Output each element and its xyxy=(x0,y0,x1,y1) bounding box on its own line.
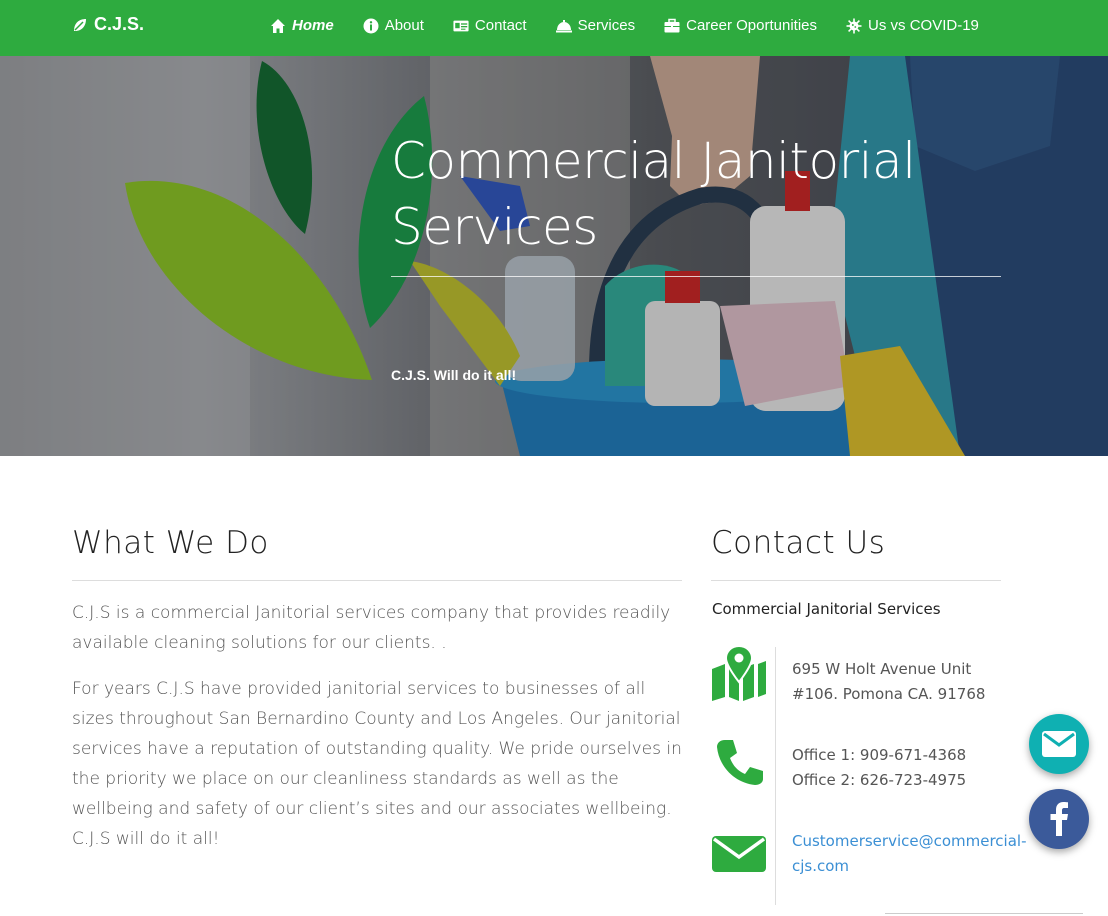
contact-address-line-2: #106. Pomona CA. 91768 xyxy=(792,685,986,703)
hero-title: Commercial Janitorial Services xyxy=(391,132,916,256)
nav-item-label: Home xyxy=(292,17,334,34)
facebook-icon xyxy=(1050,802,1068,836)
map-icon xyxy=(711,644,767,701)
nav-item-label: Us vs COVID-19 xyxy=(868,17,979,34)
contact-divider-vertical xyxy=(775,647,776,905)
hero-divider xyxy=(391,276,1001,277)
briefcase-icon xyxy=(664,18,680,32)
floating-facebook-button[interactable] xyxy=(1029,789,1089,849)
nav-item-contact[interactable]: Contact xyxy=(453,17,527,34)
nav-item-label: About xyxy=(384,17,424,34)
contact-address-line-1: 695 W Holt Avenue Unit xyxy=(792,660,972,678)
nav-item-covid[interactable]: Us vs COVID-19 xyxy=(846,17,979,34)
hero-subtitle: C.J.S. Will do it all! xyxy=(391,367,517,383)
leaf-icon xyxy=(74,18,86,31)
what-we-do-divider xyxy=(72,580,682,581)
nav-item-label: Contact xyxy=(474,17,527,34)
footer-rule xyxy=(885,913,1083,914)
nav-item-home[interactable]: Home xyxy=(270,17,334,34)
info-icon xyxy=(363,18,379,33)
contact-us-title: Contact Us xyxy=(711,525,886,561)
main-nav: Home About Contact Services Career Oport… xyxy=(270,17,1008,34)
envelope-icon xyxy=(1042,731,1076,757)
what-we-do-paragraph-1: C.J.S is a commercial Janitorial service… xyxy=(72,603,671,653)
contact-phones: Office 1: 909-671-4368 Office 2: 626-723… xyxy=(792,743,966,793)
contact-office-1[interactable]: Office 1: 909-671-4368 xyxy=(792,743,966,768)
contact-office-2[interactable]: Office 2: 626-723-4975 xyxy=(792,768,966,793)
brand-name: C.J.S. xyxy=(94,14,145,34)
service-bell-icon xyxy=(555,19,572,32)
what-we-do-title: What We Do xyxy=(72,525,269,561)
envelope-icon xyxy=(711,826,767,882)
contact-address: 695 W Holt Avenue Unit #106. Pomona CA. … xyxy=(792,657,985,707)
id-card-icon xyxy=(453,20,469,31)
phone-icon xyxy=(711,733,767,789)
nav-item-about[interactable]: About xyxy=(363,17,424,34)
what-we-do-paragraph-2: For years C.J.S have provided janitorial… xyxy=(72,679,682,849)
brand-logo[interactable]: C.J.S. xyxy=(72,14,144,35)
navbar: C.J.S. Home About Contact Services Caree… xyxy=(0,0,1108,56)
contact-company-name: Commercial Janitorial Services xyxy=(712,600,941,618)
nav-item-services[interactable]: Services xyxy=(555,17,636,34)
contact-email-line-1[interactable]: Customerservice@commercial- xyxy=(792,829,1027,854)
hero-banner: Commercial Janitorial Services C.J.S. Wi… xyxy=(0,56,1108,456)
home-icon xyxy=(271,18,285,33)
contact-us-divider xyxy=(711,580,1001,581)
virus-icon xyxy=(846,18,862,33)
contact-email-link[interactable]: Customerservice@commercial- cjs.com xyxy=(792,829,1027,879)
nav-item-label: Services xyxy=(577,17,636,34)
nav-item-label: Career Oportunities xyxy=(686,17,818,34)
contact-email-line-2[interactable]: cjs.com xyxy=(792,854,1027,879)
floating-email-button[interactable] xyxy=(1029,714,1089,774)
nav-item-careers[interactable]: Career Oportunities xyxy=(664,17,817,34)
